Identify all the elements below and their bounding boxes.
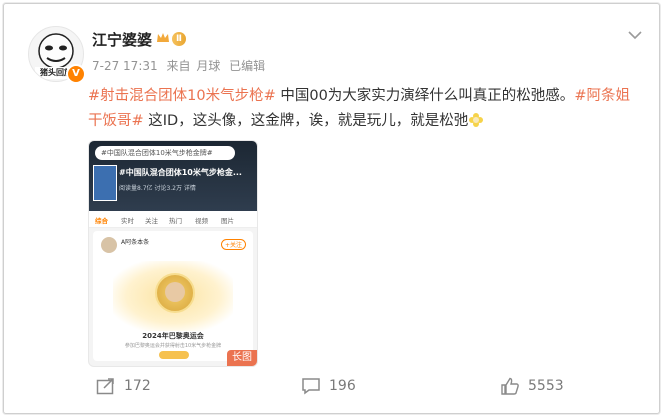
thumb-topic-logo	[93, 165, 117, 201]
repost-count: 172	[124, 378, 151, 394]
level-badge: Ⅱ	[172, 32, 186, 46]
post-text: 中国00为大家实力演绎什么叫真正的松弛感。	[275, 88, 575, 104]
thumb-tab: 视频	[195, 217, 208, 225]
post-source: 月球	[196, 59, 221, 73]
chevron-down-icon[interactable]	[628, 30, 642, 40]
thumbs-up-icon	[501, 377, 519, 395]
thumb-caption: 2024年巴黎奥运会	[142, 332, 204, 340]
thumb-search-bar: #中国队混合团体10米气步枪金牌#	[95, 146, 235, 160]
source-prefix: 来自	[166, 59, 191, 73]
thumb-tabs: 综合 实时 关注 热门 视频 图片	[89, 211, 257, 228]
edited-label[interactable]: 已编辑	[229, 59, 265, 73]
thumb-subcaption: 参加巴黎奥运会并获得射击10米气步枪金牌	[124, 343, 222, 349]
comment-count: 196	[329, 378, 356, 394]
thumb-follow: +关注	[221, 239, 247, 250]
post-meta: 7-27 17:31 来自 月球 已编辑	[92, 57, 270, 74]
thumb-tab: 关注	[145, 217, 158, 225]
post-content: #射击混合团体10米气步枪# 中国00为大家实力演绎什么叫真正的松弛感。#阿条姐…	[88, 84, 638, 134]
comment-icon	[302, 378, 320, 395]
gold-medal-icon	[155, 273, 195, 313]
thumb-tab: 图片	[221, 217, 234, 225]
post-text: 这ID，这头像，这金牌，诶，就是玩儿，就是松弛	[143, 113, 469, 129]
thumb-card: A阿条本条 +关注 2024年巴黎奥运会 参加巴黎奥运会并获得射击10米气步枪金…	[93, 231, 253, 361]
thumb-title: #中国队混合团体10米气步枪金...	[119, 168, 242, 177]
thumb-button	[159, 351, 189, 359]
repost-icon	[96, 378, 114, 395]
thumb-tab: 热门	[169, 217, 182, 225]
thumb-tab: 综合	[95, 217, 108, 225]
thumb-username: A阿条本条	[121, 239, 150, 246]
author-name[interactable]: 江宁婆婆	[92, 29, 152, 50]
thumb-avatar	[101, 237, 117, 253]
topic-link[interactable]: #射击混合团体10米气步枪#	[88, 88, 276, 104]
thumb-tab: 实时	[121, 217, 134, 225]
post-image-thumbnail[interactable]: #中国队混合团体10米气步枪金牌# #中国队混合团体10米气步枪金... 阅读量…	[88, 140, 258, 367]
verified-icon: V	[66, 64, 86, 84]
like-count: 5553	[528, 378, 564, 394]
long-image-tag: 长图	[227, 350, 257, 366]
crown-icon	[157, 33, 169, 42]
post-time[interactable]: 7-27 17:31	[92, 59, 158, 73]
flower-emoji-icon	[469, 113, 484, 127]
weibo-post-card: 猪头回放 V 江宁婆婆 Ⅱ 7-27 17:31 来自 月球 已编辑 #射击混合…	[3, 3, 660, 414]
thumb-stats: 阅读量8.7亿 讨论3.2万 详情	[119, 185, 196, 192]
